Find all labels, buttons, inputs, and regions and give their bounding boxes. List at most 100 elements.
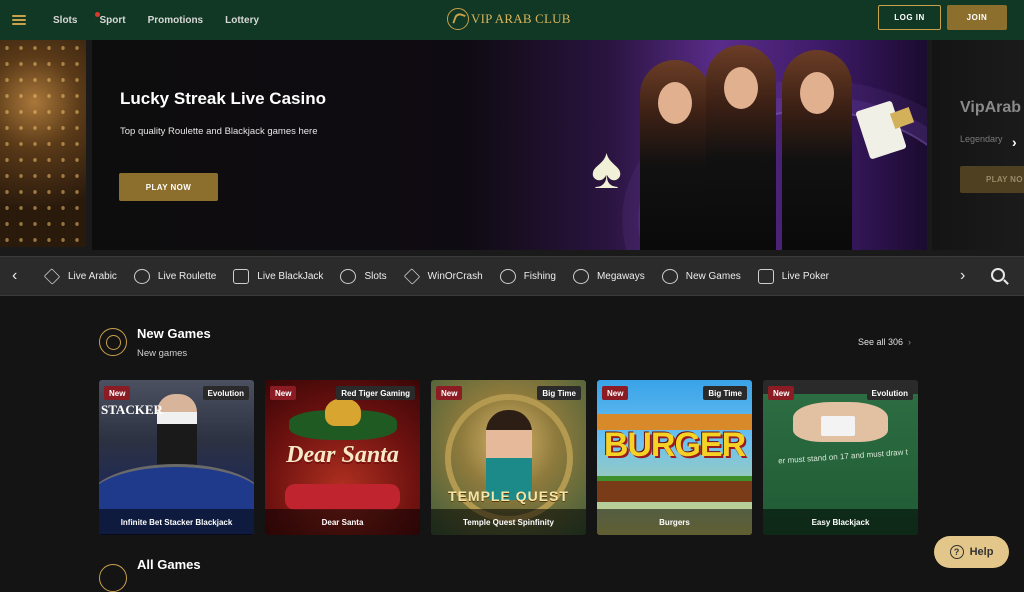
- category-label: Fishing: [523, 270, 556, 282]
- category-label: Live Roulette: [157, 270, 217, 282]
- section-title: New Games: [137, 326, 211, 341]
- game-card[interactable]: er must stand on 17 and must draw t New …: [763, 380, 918, 535]
- provider-badge: Evolution: [866, 386, 913, 400]
- spade-icon: ♠: [591, 136, 622, 201]
- bokeh-lights: [0, 40, 86, 247]
- category-label: Live Arabic: [68, 270, 117, 282]
- nav-promotions[interactable]: Promotions: [148, 15, 204, 26]
- site-logo[interactable]: VIP ARAB CLUB: [447, 4, 571, 34]
- new-badge: New: [270, 386, 297, 400]
- game-name: Burgers: [597, 509, 752, 535]
- category-megaways[interactable]: Megaways: [572, 268, 645, 284]
- play-now-button[interactable]: PLAY NOW: [119, 173, 218, 201]
- nav-sport[interactable]: Sport: [95, 11, 126, 26]
- hero-carousel: ♠ Lucky Streak Live Casino Top quality R…: [0, 40, 1024, 256]
- nav-lottery[interactable]: Lottery: [225, 15, 259, 26]
- category-new-games[interactable]: New Games: [661, 268, 741, 284]
- heroine-image: [486, 410, 532, 500]
- provider-badge: Big Time: [703, 386, 747, 400]
- top-header: Slots Sport Promotions Lottery VIP ARAB …: [0, 0, 1024, 40]
- next-slide-title: VipArab: [960, 99, 1022, 116]
- category-winorcrash[interactable]: WinOrCrash: [403, 267, 483, 285]
- category-live-blackjack[interactable]: Live BlackJack: [233, 268, 324, 284]
- search-icon[interactable]: [991, 268, 1005, 282]
- provider-badge: Red Tiger Gaming: [336, 386, 415, 400]
- hamburger-menu-icon[interactable]: [12, 15, 26, 25]
- category-label: Slots: [364, 270, 387, 282]
- new-badge: New: [436, 386, 463, 400]
- see-all-link[interactable]: See all 306 ›: [858, 337, 911, 347]
- roulette-icon: [133, 268, 150, 284]
- ribbon-image: [285, 484, 400, 510]
- game-card[interactable]: STACKER New Evolution Infinite Bet Stack…: [99, 380, 254, 535]
- horse-logo-icon: [447, 8, 469, 30]
- next-slide-subtitle: Legendary: [960, 134, 1003, 144]
- all-games-section-icon: [99, 564, 127, 592]
- bun-image: [597, 476, 752, 502]
- hero-slide-previous[interactable]: [0, 40, 86, 247]
- category-label: Megaways: [596, 270, 645, 282]
- category-fishing[interactable]: Fishing: [499, 268, 556, 284]
- login-button[interactable]: LOG IN: [878, 5, 941, 30]
- hero-slide-next[interactable]: VipArab Legendary PLAY NO: [932, 40, 1024, 250]
- category-prev-arrow-icon[interactable]: ‹: [12, 267, 17, 285]
- new-badge: New: [104, 386, 131, 400]
- diamond-icon: [403, 267, 420, 285]
- main-nav: Slots Sport Promotions Lottery: [53, 11, 281, 26]
- game-name: Infinite Bet Stacker Blackjack: [99, 509, 254, 535]
- cherries-icon: [572, 268, 589, 284]
- game-art-title: BURGER: [603, 426, 746, 464]
- game-name: Dear Santa: [265, 509, 420, 535]
- game-art-title: STACKER: [101, 402, 163, 417]
- game-name: Easy Blackjack: [763, 509, 918, 535]
- section-title: All Games: [137, 557, 201, 572]
- category-label: Live Poker: [781, 270, 830, 282]
- new-games-icon: [661, 268, 678, 284]
- category-live-poker[interactable]: Live Poker: [757, 268, 830, 284]
- fish-icon: [499, 268, 516, 284]
- see-all-label: See all 306: [858, 337, 904, 347]
- section-subtitle: New games: [137, 348, 188, 359]
- dealer-face: [724, 67, 758, 109]
- join-button[interactable]: JOIN: [947, 5, 1007, 30]
- help-button[interactable]: ? Help: [934, 536, 1009, 568]
- category-label: Live BlackJack: [257, 270, 324, 282]
- game-card[interactable]: TEMPLE QUEST New Big Time Temple Quest S…: [431, 380, 586, 535]
- provider-badge: Big Time: [537, 386, 581, 400]
- category-slots[interactable]: Slots: [340, 268, 387, 284]
- chevron-right-icon: ›: [908, 337, 912, 347]
- games-grid: STACKER New Evolution Infinite Bet Stack…: [99, 380, 929, 535]
- logo-text: VIP ARAB CLUB: [471, 11, 571, 26]
- dealer-image: [640, 60, 710, 250]
- cherries-icon: [340, 268, 357, 284]
- game-art-title: er must stand on 17 and must draw t: [777, 447, 909, 466]
- hero-subtitle: Top quality Roulette and Blackjack games…: [120, 126, 318, 137]
- category-label: WinOrCrash: [427, 270, 483, 282]
- hero-next-arrow-icon[interactable]: ›: [1012, 134, 1017, 150]
- cards-icon: [233, 268, 250, 284]
- nav-slots[interactable]: Slots: [53, 15, 77, 26]
- category-next-arrow-icon[interactable]: ›: [960, 267, 965, 285]
- new-badge: New: [768, 386, 795, 400]
- hero-slide-current[interactable]: ♠ Lucky Streak Live Casino Top quality R…: [92, 40, 927, 250]
- category-live-arabic[interactable]: Live Arabic: [43, 267, 117, 285]
- category-bar: ‹ Live Arabic Live Roulette Live BlackJa…: [0, 256, 1024, 296]
- category-list: Live Arabic Live Roulette Live BlackJack…: [43, 257, 846, 295]
- game-art-title: TEMPLE QUEST: [448, 488, 569, 504]
- dealer-face: [658, 82, 692, 124]
- next-slide-play-button[interactable]: PLAY NO: [960, 166, 1024, 193]
- dealer-face: [800, 72, 834, 114]
- category-live-roulette[interactable]: Live Roulette: [133, 268, 217, 284]
- question-icon: ?: [949, 545, 964, 559]
- dealer-image: [706, 45, 776, 250]
- playing-cards-image: [821, 416, 855, 436]
- provider-badge: Evolution: [202, 386, 249, 400]
- game-card[interactable]: BURGER New Big Time Burgers: [597, 380, 752, 535]
- help-label: Help: [969, 546, 994, 558]
- diamond-icon: [43, 267, 61, 285]
- new-badge: New: [602, 386, 629, 400]
- bells-image: [325, 398, 361, 426]
- game-card[interactable]: Dear Santa New Red Tiger Gaming Dear San…: [265, 380, 420, 535]
- dealer-image: [157, 394, 197, 474]
- nav-sport-label: Sport: [99, 14, 126, 26]
